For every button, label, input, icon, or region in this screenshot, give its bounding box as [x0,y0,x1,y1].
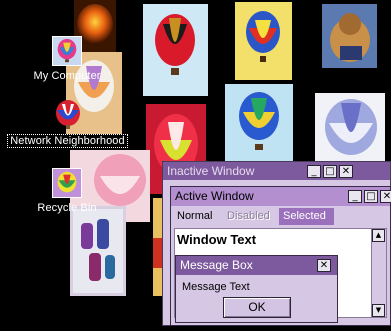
wallpaper-balloon-photo [143,4,208,96]
wallpaper-balloon-photo [70,206,126,296]
wallpaper-stuffed-animal-photo [322,4,377,68]
menu-item-normal[interactable]: Normal [177,210,212,222]
desktop-icon-label: My Computer [33,70,101,82]
window-title: Active Window [175,189,254,203]
ok-button[interactable]: OK [223,297,291,318]
menu-item-selected[interactable]: Selected [279,208,334,225]
active-window-titlebar[interactable]: Active Window _ □ ✕ [171,187,391,206]
message-box-title: Message Box [180,258,253,272]
menu-bar: Normal Disabled Selected [171,208,390,225]
desktop-icon-label: Recycle Bin [37,202,97,214]
scroll-up-button[interactable]: ▲ [372,229,385,242]
close-button[interactable]: ✕ [339,165,353,178]
close-button[interactable]: ✕ [380,190,391,203]
message-box-titlebar[interactable]: Message Box ✕ [176,256,337,275]
message-text: Message Text [182,281,250,293]
balloon-icon [52,36,82,66]
maximize-button[interactable]: □ [364,190,378,203]
desktop-icon-network-neighborhood[interactable]: Network Neighborhood [0,99,135,149]
balloon-icon [52,99,84,131]
minimize-button[interactable]: _ [307,165,321,178]
inactive-window-titlebar[interactable]: Inactive Window _ □ ✕ [163,162,390,180]
close-button[interactable]: ✕ [317,259,331,272]
scroll-down-button[interactable]: ▼ [372,304,385,317]
wallpaper-balloon-photo [235,2,292,80]
balloon-icon [52,168,82,198]
menu-item-disabled: Disabled [227,210,270,222]
window-title: Inactive Window [167,164,255,178]
desktop-icon-my-computer[interactable]: My Computer [22,36,112,84]
desktop-icon-label: Network Neighborhood [7,134,128,148]
minimize-button[interactable]: _ [348,190,362,203]
maximize-button[interactable]: □ [323,165,337,178]
message-box[interactable]: Message Box ✕ Message Text OK [175,255,338,323]
desktop-icon-recycle-bin[interactable]: Recycle Bin [22,168,112,216]
vertical-scrollbar[interactable]: ▲ ▼ [371,229,386,317]
window-text: Window Text [177,232,257,247]
wallpaper-balloon-photo [225,84,293,166]
